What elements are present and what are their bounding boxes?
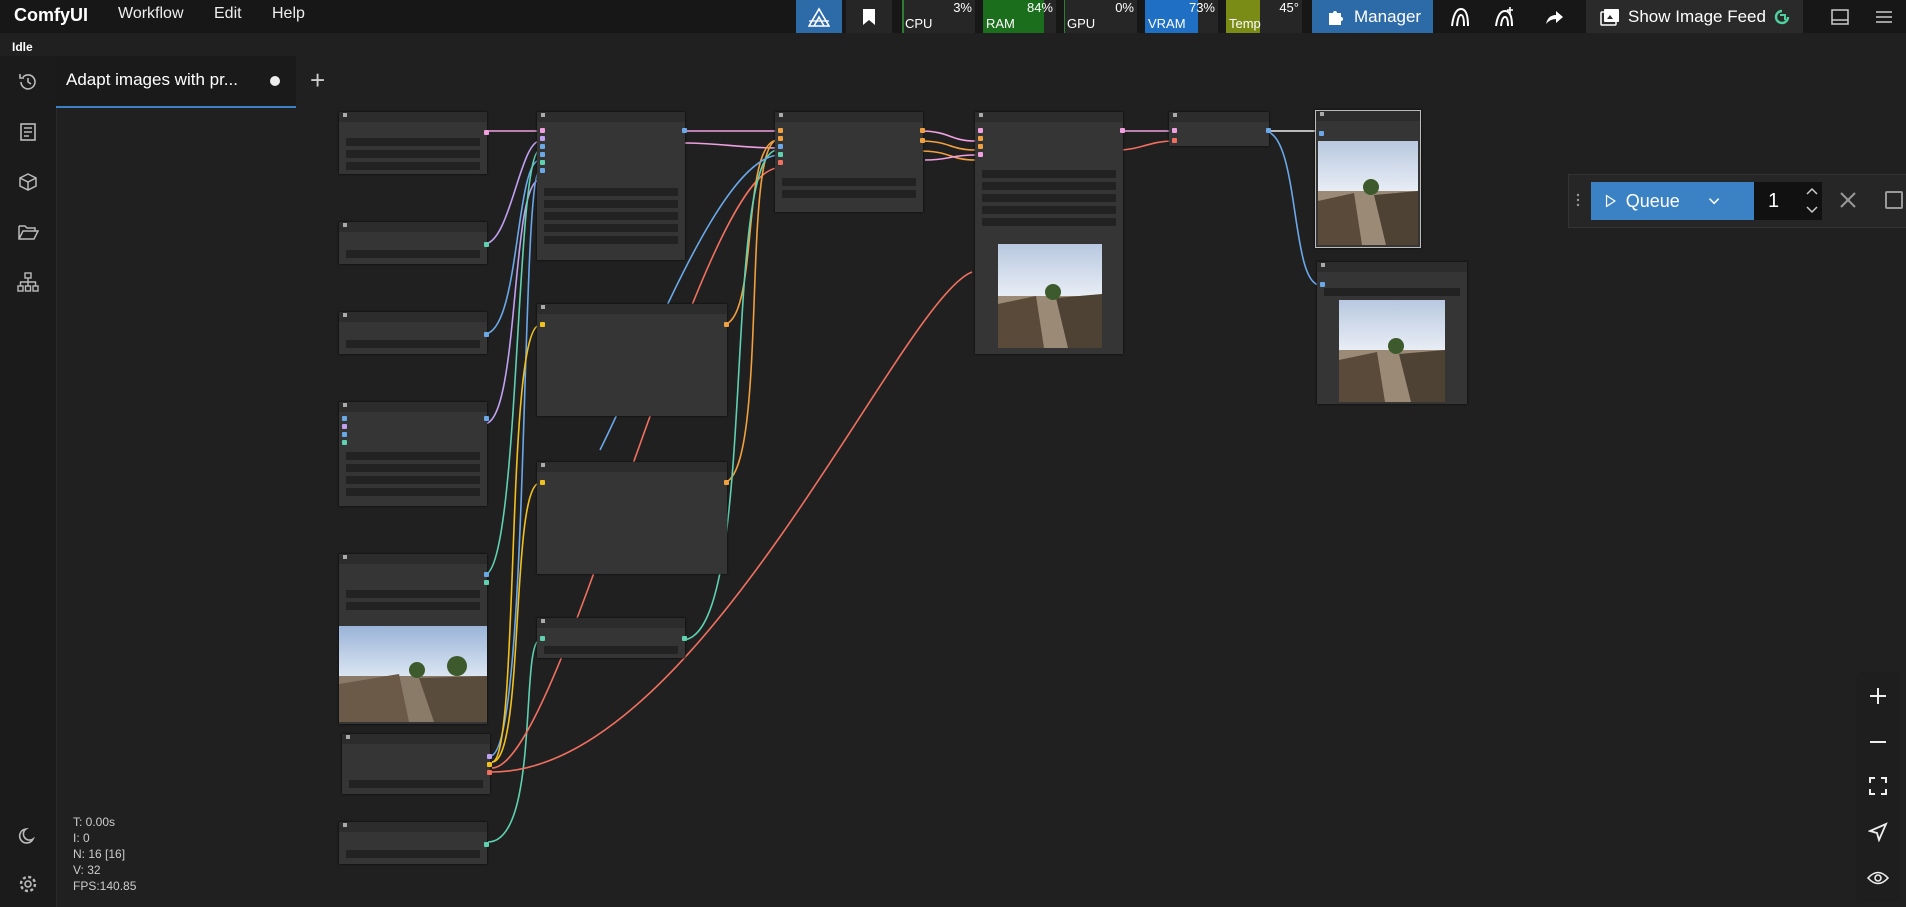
- stat-visible: V: 32: [73, 863, 101, 877]
- node-loader-4[interactable]: [339, 402, 489, 506]
- node-load-image[interactable]: [339, 554, 489, 724]
- decrement-icon[interactable]: [1806, 206, 1818, 214]
- node-loader-3[interactable]: [339, 312, 489, 354]
- node-ksampler[interactable]: [975, 112, 1125, 354]
- increment-icon[interactable]: [1806, 187, 1818, 195]
- queue-options-segment[interactable]: [1719, 182, 1754, 220]
- drag-handle-icon[interactable]: [1575, 191, 1581, 214]
- close-icon: [1840, 192, 1856, 208]
- canvas-controls: [1856, 672, 1900, 902]
- fit-view-button[interactable]: [1856, 764, 1900, 808]
- stop-checkbox[interactable]: [1885, 191, 1903, 209]
- cancel-queue-button[interactable]: [1839, 191, 1857, 214]
- sampler-preview-image: [998, 244, 1102, 348]
- queue-label: Queue: [1625, 190, 1680, 211]
- plus-icon: [1870, 688, 1886, 704]
- minus-icon: [1870, 741, 1886, 743]
- stat-time: T: 0.00s: [73, 815, 116, 829]
- queue-button[interactable]: Queue: [1591, 182, 1720, 220]
- play-icon: [1605, 194, 1616, 208]
- zoom-out-button[interactable]: [1856, 720, 1900, 764]
- node-preview-image[interactable]: [1315, 110, 1421, 248]
- node-clip-encode-1[interactable]: [537, 304, 729, 416]
- node-vae-decode[interactable]: [1169, 112, 1271, 146]
- node-vae-encode[interactable]: [537, 618, 687, 658]
- node-image-preview: [339, 626, 487, 722]
- toggle-links-button[interactable]: [1856, 856, 1900, 900]
- batch-count-value: 1: [1768, 190, 1780, 212]
- node-model-loader[interactable]: [339, 112, 489, 174]
- node-clip-encode-2[interactable]: [537, 462, 729, 574]
- node-vae-loader[interactable]: [342, 734, 492, 794]
- batch-count-stepper[interactable]: 1: [1754, 182, 1822, 220]
- node-loader-2[interactable]: [339, 222, 489, 264]
- node-loader-7[interactable]: [339, 822, 489, 864]
- stat-fps: FPS:140.85: [73, 879, 137, 893]
- node-save-image[interactable]: [1317, 262, 1467, 404]
- node-links: [483, 130, 1321, 843]
- queue-panel: Queue 1: [1568, 174, 1906, 228]
- saved-image-preview: [1339, 300, 1445, 402]
- eye-icon: [1867, 871, 1889, 885]
- navigation-icon: [1868, 822, 1888, 842]
- render-stats: T: 0.00s I: 0 N: 16 [16] V: 32 FPS:140.8…: [73, 814, 136, 894]
- select-mode-button[interactable]: [1856, 810, 1900, 854]
- output-preview-image: [1318, 141, 1418, 245]
- stat-iterations: I: 0: [73, 831, 90, 845]
- node-guider[interactable]: [775, 112, 925, 212]
- node-conditioning[interactable]: [537, 112, 687, 260]
- zoom-in-button[interactable]: [1856, 674, 1900, 718]
- stat-nodes: N: 16 [16]: [73, 847, 126, 861]
- fullscreen-icon: [1869, 777, 1887, 795]
